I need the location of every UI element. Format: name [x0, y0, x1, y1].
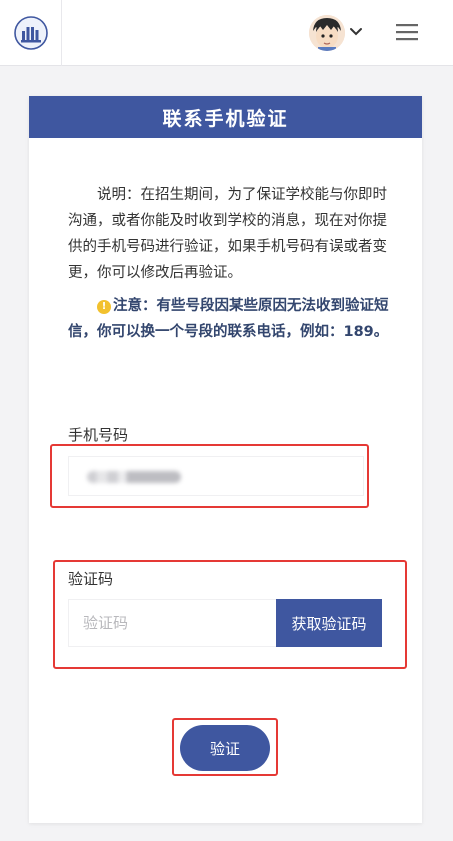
card-title: 联系手机验证 — [29, 96, 422, 138]
get-code-button[interactable]: 获取验证码 — [276, 599, 382, 647]
verification-code-input[interactable] — [68, 599, 277, 647]
note-content: 注意：有些号段因某些原因无法收到验证短信，你可以换一个号段的联系电话，例如：18… — [68, 298, 389, 340]
info-icon: ! — [97, 300, 111, 314]
user-avatar[interactable] — [309, 15, 345, 51]
school-logo-icon — [13, 16, 48, 50]
hamburger-menu-icon[interactable] — [396, 22, 418, 42]
chevron-down-icon[interactable] — [349, 26, 363, 38]
phone-number-label: 手机号码 — [68, 426, 129, 444]
redacted-phone-value — [87, 471, 181, 483]
verify-button[interactable]: 验证 — [180, 725, 270, 771]
phone-number-field[interactable] — [68, 456, 364, 496]
logo-link[interactable] — [0, 0, 62, 66]
phone-verification-card: 联系手机验证 说明：在招生期间，为了保证学校能与你即时沟通，或者你能及时收到学校… — [29, 96, 422, 823]
verification-code-label: 验证码 — [68, 570, 114, 588]
note-text: ! 注意：有些号段因某些原因无法收到验证短信，你可以换一个号段的联系电话，例如：1… — [68, 293, 390, 345]
top-navigation-bar — [0, 0, 453, 66]
description-text: 说明：在招生期间，为了保证学校能与你即时沟通，或者你能及时收到学校的消息，现在对… — [68, 187, 387, 281]
